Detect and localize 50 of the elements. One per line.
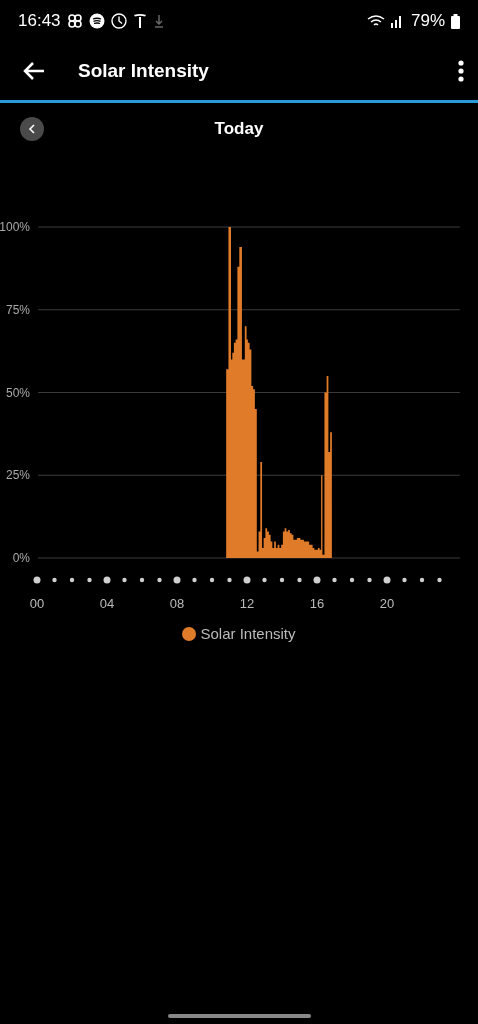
battery-percent: 79% — [410, 11, 445, 31]
hour-dot — [243, 576, 251, 584]
y-axis-label: 25% — [5, 468, 30, 483]
y-axis-label: 0% — [12, 551, 30, 565]
hour-dot — [419, 577, 425, 583]
more-options-button[interactable] — [458, 60, 464, 82]
hour-dot — [279, 577, 285, 583]
x-axis-label: 12 — [239, 596, 255, 611]
music-icon — [88, 13, 105, 29]
x-axis-label: 04 — [99, 596, 115, 611]
y-axis-label: 100% — [0, 220, 30, 234]
chevron-left-icon — [28, 124, 36, 134]
previous-day-button[interactable] — [20, 117, 44, 141]
screen-title: Solar Intensity — [78, 60, 209, 82]
hour-dot — [227, 577, 232, 583]
hour-dot — [157, 577, 162, 583]
hour-dot — [262, 577, 267, 583]
hour-dot — [297, 577, 302, 583]
hour-dot — [209, 577, 215, 583]
clock-icon — [110, 13, 127, 29]
hour-dot — [367, 577, 372, 583]
hour-dot — [33, 576, 41, 584]
hour-dot — [87, 577, 92, 583]
y-axis-label: 75% — [5, 302, 30, 317]
back-button[interactable] — [22, 61, 46, 81]
t-logo-icon — [132, 13, 147, 29]
hour-dot — [437, 577, 442, 583]
battery-icon — [451, 13, 460, 29]
date-label: Today — [214, 119, 264, 139]
hour-dot — [52, 577, 57, 583]
hour-dot — [192, 577, 197, 583]
hour-dot — [349, 577, 355, 583]
fan-icon — [66, 13, 83, 29]
hour-dot — [313, 576, 321, 584]
hour-dot — [139, 577, 145, 583]
legend-label: Solar Intensity — [200, 625, 296, 642]
hour-dot — [122, 577, 127, 583]
x-axis-label: 20 — [379, 596, 395, 611]
hour-dot — [69, 577, 75, 583]
hour-dot — [332, 577, 337, 583]
hour-dot — [173, 576, 181, 584]
hour-dot — [402, 577, 407, 583]
hour-dot — [103, 576, 111, 584]
x-axis-label: 00 — [29, 596, 45, 611]
x-axis-label: 16 — [309, 596, 325, 611]
x-axis-label: 08 — [169, 596, 185, 611]
y-axis-label: 50% — [5, 385, 30, 400]
hour-dot — [383, 576, 391, 584]
status-time: 16:43 — [18, 11, 61, 31]
download-icon — [152, 13, 165, 29]
